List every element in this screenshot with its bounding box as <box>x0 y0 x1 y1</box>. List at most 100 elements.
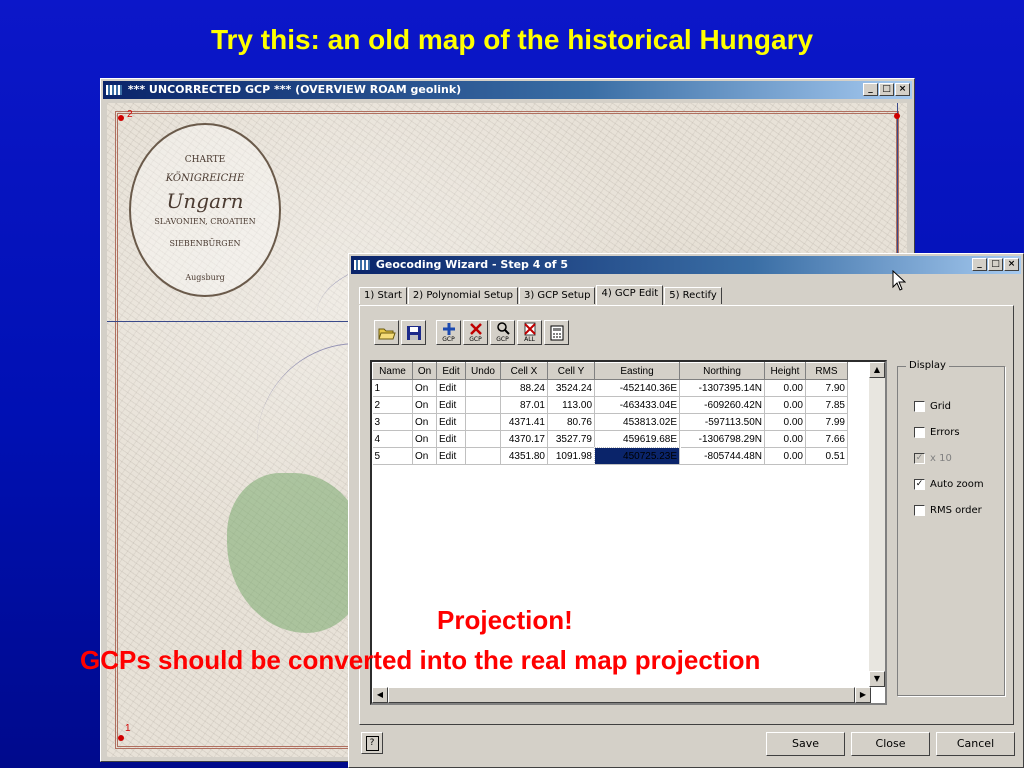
wizard-titlebar[interactable]: Geocoding Wizard - Step 4 of 5 _ □ × <box>351 256 1021 274</box>
cell-height[interactable]: 0.00 <box>764 379 806 397</box>
close-window-button[interactable]: × <box>895 83 910 96</box>
cell-edit[interactable]: Edit <box>436 379 466 397</box>
cell-easting-selected[interactable]: 450725.23E <box>593 446 681 466</box>
table-row[interactable]: 2 On Edit 87.01 113.00 -463433.04E -6092… <box>372 396 848 414</box>
tab-rectify[interactable]: 5) Rectify <box>664 287 722 304</box>
cell-northing[interactable]: -1307395.14N <box>679 379 765 397</box>
table-row[interactable]: 4 On Edit 4370.17 3527.79 459619.68E -13… <box>372 430 848 448</box>
cell-on[interactable]: On <box>412 447 437 465</box>
table-vertical-scrollbar[interactable]: ▲ ▼ <box>869 362 885 687</box>
grid-checkbox-row[interactable]: Grid <box>914 401 951 412</box>
find-gcp-icon[interactable]: GCP <box>490 320 515 345</box>
scroll-right-icon[interactable]: ▶ <box>855 687 871 703</box>
column-header-cell-y[interactable]: Cell Y <box>547 362 595 380</box>
close-button[interactable]: Close <box>851 732 930 756</box>
cell-x[interactable]: 88.24 <box>500 379 548 397</box>
help-button[interactable]: ? <box>361 732 383 754</box>
cell-undo[interactable] <box>465 379 501 397</box>
tab-gcp-edit[interactable]: 4) GCP Edit <box>596 285 664 305</box>
errors-checkbox-row[interactable]: Errors <box>914 427 960 438</box>
cell-height[interactable]: 0.00 <box>764 430 806 448</box>
column-header-rms[interactable]: RMS <box>805 362 848 380</box>
column-header-undo[interactable]: Undo <box>465 362 501 380</box>
maximize-button[interactable]: □ <box>988 258 1003 271</box>
gcp-marker[interactable] <box>118 735 124 741</box>
auto-zoom-checkbox[interactable]: ✓ <box>914 479 925 490</box>
cell-height[interactable]: 0.00 <box>764 396 806 414</box>
cell-northing[interactable]: -597113.50N <box>679 413 765 431</box>
table-horizontal-scrollbar[interactable]: ◀ ▶ <box>372 687 871 703</box>
scroll-down-icon[interactable]: ▼ <box>869 671 885 687</box>
cell-easting[interactable]: 453813.02E <box>594 413 680 431</box>
cell-y[interactable]: 113.00 <box>547 396 595 414</box>
rms-order-checkbox[interactable] <box>914 505 925 516</box>
tab-gcp-setup[interactable]: 3) GCP Setup <box>518 287 596 304</box>
column-header-northing[interactable]: Northing <box>679 362 765 380</box>
cell-y[interactable]: 3524.24 <box>547 379 595 397</box>
cell-edit[interactable]: Edit <box>436 396 466 414</box>
grid-checkbox[interactable] <box>914 401 925 412</box>
cell-undo[interactable] <box>465 430 501 448</box>
cell-northing[interactable]: -609260.42N <box>679 396 765 414</box>
gcp-marker[interactable] <box>118 115 124 121</box>
cell-x[interactable]: 4370.17 <box>500 430 548 448</box>
cell-y[interactable]: 1091.98 <box>547 447 595 465</box>
calculator-icon[interactable] <box>544 320 569 345</box>
add-gcp-icon[interactable]: GCP <box>436 320 461 345</box>
cell-easting[interactable]: -463433.04E <box>594 396 680 414</box>
cell-name[interactable]: 4 <box>372 430 413 448</box>
cell-edit[interactable]: Edit <box>436 413 466 431</box>
cell-on[interactable]: On <box>412 430 437 448</box>
cell-name[interactable]: 1 <box>372 379 413 397</box>
table-row[interactable]: 1 On Edit 88.24 3524.24 -452140.36E -130… <box>372 379 848 397</box>
minimize-button[interactable]: _ <box>863 83 878 96</box>
maximize-button[interactable]: □ <box>879 83 894 96</box>
cancel-button[interactable]: Cancel <box>936 732 1015 756</box>
cell-on[interactable]: On <box>412 396 437 414</box>
table-row[interactable]: 3 On Edit 4371.41 80.76 453813.02E -5971… <box>372 413 848 431</box>
cell-height[interactable]: 0.00 <box>764 447 806 465</box>
cell-y[interactable]: 3527.79 <box>547 430 595 448</box>
map-window-titlebar[interactable]: *** UNCORRECTED GCP *** (OVERVIEW ROAM g… <box>103 81 912 99</box>
close-window-button[interactable]: × <box>1004 258 1019 271</box>
horizontal-scroll-thumb[interactable] <box>388 687 855 703</box>
table-row[interactable]: 5 On Edit 4351.80 1091.98 450725.23E -80… <box>372 446 848 466</box>
cell-northing[interactable]: -1306798.29N <box>679 430 765 448</box>
open-folder-icon[interactable] <box>374 320 399 345</box>
column-header-cell-x[interactable]: Cell X <box>500 362 548 380</box>
tab-polynomial-setup[interactable]: 2) Polynomial Setup <box>407 287 518 304</box>
scroll-left-icon[interactable]: ◀ <box>372 687 388 703</box>
cell-undo[interactable] <box>465 396 501 414</box>
tab-start[interactable]: 1) Start <box>359 287 407 304</box>
column-header-easting[interactable]: Easting <box>594 362 680 380</box>
delete-all-icon[interactable]: ALL <box>517 320 542 345</box>
column-header-name[interactable]: Name <box>372 362 413 380</box>
cell-on[interactable]: On <box>412 413 437 431</box>
cell-x[interactable]: 4351.80 <box>500 447 548 465</box>
cell-name[interactable]: 3 <box>372 413 413 431</box>
cell-x[interactable]: 87.01 <box>500 396 548 414</box>
minimize-button[interactable]: _ <box>972 258 987 271</box>
cell-name[interactable]: 2 <box>372 396 413 414</box>
gcp-marker[interactable] <box>894 113 900 119</box>
column-header-edit[interactable]: Edit <box>436 362 466 380</box>
save-button[interactable]: Save <box>766 732 845 756</box>
cell-easting[interactable]: 459619.68E <box>594 430 680 448</box>
column-header-height[interactable]: Height <box>764 362 806 380</box>
cell-on[interactable]: On <box>412 379 437 397</box>
column-header-on[interactable]: On <box>412 362 437 380</box>
cell-y[interactable]: 80.76 <box>547 413 595 431</box>
cell-edit[interactable]: Edit <box>436 430 466 448</box>
cell-height[interactable]: 0.00 <box>764 413 806 431</box>
errors-checkbox[interactable] <box>914 427 925 438</box>
auto-zoom-checkbox-row[interactable]: ✓ Auto zoom <box>914 479 984 490</box>
cell-undo[interactable] <box>465 447 501 465</box>
cell-x[interactable]: 4371.41 <box>500 413 548 431</box>
cell-undo[interactable] <box>465 413 501 431</box>
delete-gcp-icon[interactable]: GCP <box>463 320 488 345</box>
cell-northing[interactable]: -805744.48N <box>679 447 765 465</box>
save-disk-icon[interactable] <box>401 320 426 345</box>
rms-order-checkbox-row[interactable]: RMS order <box>914 505 982 516</box>
cell-name[interactable]: 5 <box>372 447 413 465</box>
scroll-up-icon[interactable]: ▲ <box>869 362 885 378</box>
